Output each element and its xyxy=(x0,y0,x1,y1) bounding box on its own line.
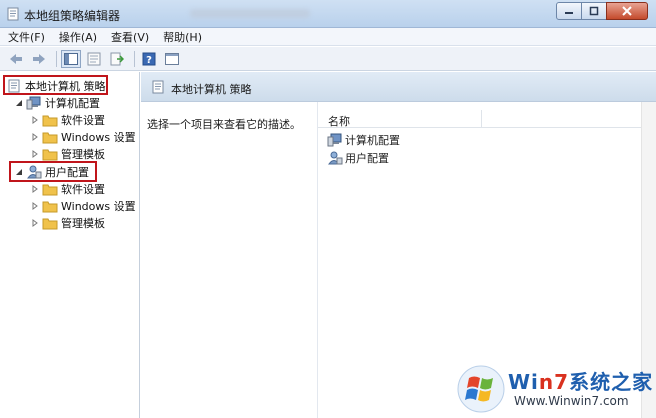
collapsed-triangle-icon[interactable] xyxy=(30,132,40,142)
window-title: 本地组策略编辑器 xyxy=(24,9,121,23)
policy-document-icon xyxy=(151,80,165,97)
list-item-computer-config[interactable]: 计算机配置 xyxy=(327,131,400,148)
tree-item-label: 计算机配置 xyxy=(45,96,100,110)
watermark-brand: Win7系统之家 xyxy=(508,366,653,395)
properties-button[interactable] xyxy=(84,50,104,68)
help-icon: ? xyxy=(142,52,156,66)
watermark-brand-prefix: Wi xyxy=(508,370,539,394)
tree-item-user-software[interactable]: 软件设置 xyxy=(30,180,105,197)
tree-item-label: Windows 设置 xyxy=(61,130,136,144)
list-item-label: 用户配置 xyxy=(345,151,389,165)
forward-button[interactable] xyxy=(29,50,49,68)
toolbar-separator xyxy=(56,50,57,67)
caption-buttons xyxy=(556,2,648,20)
show-hide-tree-icon xyxy=(64,52,78,65)
title-blur xyxy=(190,9,310,18)
details-header: 本地计算机 策略 xyxy=(141,72,656,102)
tree-item-label: 管理模板 xyxy=(61,216,105,230)
export-list-icon xyxy=(110,52,124,65)
back-arrow-icon xyxy=(10,53,22,64)
collapsed-triangle-icon[interactable] xyxy=(30,184,40,194)
tree-item-label: 软件设置 xyxy=(61,182,105,196)
export-list-button[interactable] xyxy=(107,50,127,68)
computer-config-icon xyxy=(327,133,343,147)
minimize-icon xyxy=(565,12,573,14)
help-button[interactable]: ? xyxy=(139,50,159,68)
extended-view-icon xyxy=(165,52,179,65)
svg-text:?: ? xyxy=(146,55,152,66)
policy-editor-icon xyxy=(6,7,20,21)
collapsed-triangle-icon[interactable] xyxy=(30,201,40,211)
highlight-box-root xyxy=(3,75,108,95)
maximize-button[interactable] xyxy=(581,2,607,20)
extended-view-button[interactable] xyxy=(162,50,182,68)
highlight-box-user-config xyxy=(9,161,97,182)
list-column-header[interactable]: 名称 xyxy=(318,110,656,128)
column-separator[interactable] xyxy=(481,110,482,128)
tree-item-user-windows[interactable]: Windows 设置 xyxy=(30,197,136,214)
collapsed-triangle-icon[interactable] xyxy=(30,115,40,125)
column-name[interactable]: 名称 xyxy=(328,113,350,129)
toolbar-separator xyxy=(134,50,135,67)
description-text: 选择一个项目来查看它的描述。 xyxy=(147,118,301,131)
pane-divider[interactable] xyxy=(317,102,318,418)
folder-icon xyxy=(42,199,58,213)
tree-item-label: 管理模板 xyxy=(61,147,105,161)
maximize-icon xyxy=(589,6,599,16)
tree-item-computer-config[interactable]: 计算机配置 xyxy=(14,94,100,111)
tree-item-label: Windows 设置 xyxy=(61,199,136,213)
menu-help[interactable]: 帮助(H) xyxy=(163,29,202,45)
tree-item-computer-windows[interactable]: Windows 设置 xyxy=(30,128,136,145)
watermark-brand-suffix: 系统之家 xyxy=(569,370,654,394)
watermark-url: Www.Winwin7.com xyxy=(514,394,629,408)
list-item-label: 计算机配置 xyxy=(345,133,400,147)
menu-action[interactable]: 操作(A) xyxy=(59,29,97,45)
user-config-icon xyxy=(327,151,343,165)
back-button[interactable] xyxy=(6,50,26,68)
tree-item-label: 软件设置 xyxy=(61,113,105,127)
tree-pane[interactable]: 本地计算机 策略 计算机配置 软件设置 Windows 设置 管理模板 用户配置… xyxy=(0,72,140,418)
show-hide-tree-button[interactable] xyxy=(61,49,81,68)
minimize-button[interactable] xyxy=(556,2,582,20)
toolbar: ? xyxy=(0,47,656,71)
list-item-user-config[interactable]: 用户配置 xyxy=(327,149,389,166)
menu-bar: 文件(F) 操作(A) 查看(V) 帮助(H) xyxy=(0,28,656,46)
collapsed-triangle-icon[interactable] xyxy=(30,218,40,228)
site-watermark: Win7系统之家 Www.Winwin7.com xyxy=(456,362,656,418)
close-button[interactable] xyxy=(606,2,648,20)
folder-icon xyxy=(42,130,58,144)
windows-logo-icon xyxy=(456,364,506,414)
details-title: 本地计算机 策略 xyxy=(171,83,252,96)
tree-item-computer-software[interactable]: 软件设置 xyxy=(30,111,105,128)
folder-icon xyxy=(42,113,58,127)
folder-icon xyxy=(42,182,58,196)
watermark-brand-seven: n7 xyxy=(538,370,570,394)
title-bar[interactable]: 本地组策略编辑器 xyxy=(0,0,656,28)
folder-icon xyxy=(42,216,58,230)
close-icon xyxy=(622,6,632,16)
expanded-triangle-icon[interactable] xyxy=(14,98,24,108)
collapsed-triangle-icon[interactable] xyxy=(30,149,40,159)
folder-icon xyxy=(42,147,58,161)
menu-file[interactable]: 文件(F) xyxy=(8,29,45,45)
computer-config-icon xyxy=(26,96,42,110)
properties-icon xyxy=(87,52,101,65)
tree-item-computer-templates[interactable]: 管理模板 xyxy=(30,145,105,162)
forward-arrow-icon xyxy=(33,53,45,64)
tree-item-user-templates[interactable]: 管理模板 xyxy=(30,214,105,231)
menu-view[interactable]: 查看(V) xyxy=(111,29,149,45)
